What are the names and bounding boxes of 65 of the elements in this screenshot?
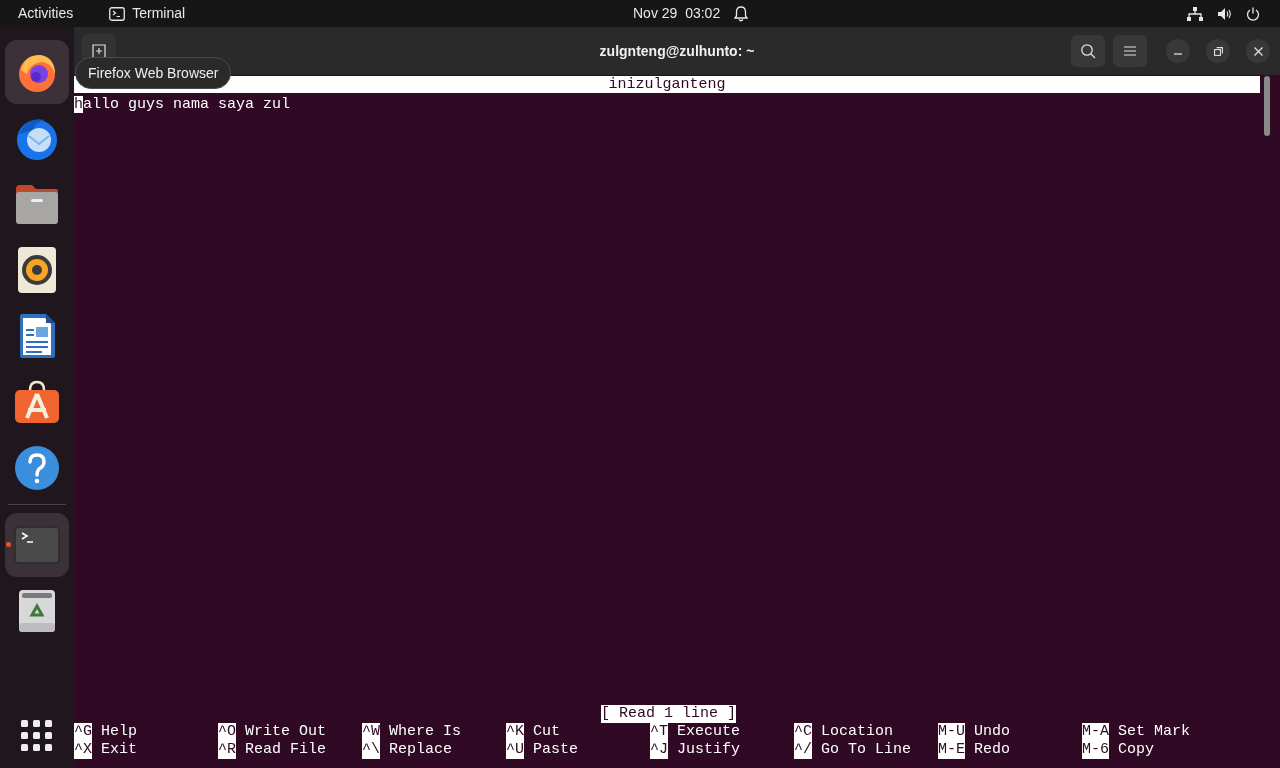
tooltip: Firefox Web Browser bbox=[75, 57, 232, 89]
shortcut-label: Write Out bbox=[245, 723, 327, 741]
shortcut-key: M-A bbox=[1082, 723, 1109, 741]
shortcut-key: ^X bbox=[74, 741, 92, 759]
app-grid-icon bbox=[21, 720, 53, 752]
shortcut-label: Set Mark bbox=[1118, 723, 1191, 741]
speaker-icon bbox=[18, 247, 56, 293]
shortcut-key: ^U bbox=[506, 741, 524, 759]
close-icon bbox=[1253, 46, 1263, 56]
scrollbar bbox=[1264, 76, 1270, 136]
close-button[interactable] bbox=[1246, 39, 1270, 63]
shortcut-label: Copy bbox=[1118, 741, 1155, 759]
app-menu[interactable]: Terminal bbox=[132, 3, 186, 24]
shortcut-label: Help bbox=[101, 723, 138, 741]
volume-icon[interactable] bbox=[1217, 6, 1232, 21]
shortcut-key: ^O bbox=[218, 723, 236, 741]
running-indicator bbox=[6, 542, 11, 547]
shortcut-key: M-6 bbox=[1082, 741, 1109, 759]
shortcut-label: Paste bbox=[533, 741, 579, 759]
shortcut-key: ^G bbox=[74, 723, 92, 741]
dock-app-button[interactable] bbox=[5, 40, 69, 104]
shortcut-label: Where Is bbox=[389, 723, 462, 741]
shortcut-label: Cut bbox=[533, 723, 561, 741]
shortcut-key: ^J bbox=[650, 741, 668, 759]
menu-button[interactable] bbox=[1113, 35, 1147, 67]
shortcut-label: Justify bbox=[677, 741, 741, 759]
folder-icon bbox=[14, 183, 60, 225]
shortcut-key: ^/ bbox=[794, 741, 812, 759]
restore-icon bbox=[1213, 46, 1223, 56]
shortcut-key: ^W bbox=[362, 723, 380, 741]
bell-icon bbox=[734, 5, 749, 22]
file-name: inizulganteng bbox=[608, 75, 726, 94]
shopping-bag-icon bbox=[14, 380, 60, 424]
shortcut-label: Redo bbox=[974, 741, 1011, 759]
new-tab-icon bbox=[92, 44, 106, 58]
help-icon bbox=[14, 445, 60, 491]
shortcut-key: ^R bbox=[218, 741, 236, 759]
network-icon[interactable] bbox=[1187, 6, 1203, 21]
shortcut-label: Execute bbox=[677, 723, 741, 741]
shortcut-key: ^C bbox=[794, 723, 812, 741]
shortcut-label: Read File bbox=[245, 741, 327, 759]
shortcut-label: Replace bbox=[389, 741, 453, 759]
window-title: zulgnteng@zulhunto: ~ bbox=[599, 41, 755, 61]
power-icon[interactable] bbox=[1246, 6, 1260, 21]
trash-icon bbox=[18, 589, 56, 633]
minimize-button[interactable] bbox=[1166, 39, 1190, 63]
shortcut-key: M-E bbox=[938, 741, 965, 759]
clock[interactable]: Nov 29 03:02 bbox=[633, 3, 721, 24]
maximize-button[interactable] bbox=[1206, 39, 1230, 63]
shortcut-key: ^K bbox=[506, 723, 524, 741]
search-button[interactable] bbox=[1071, 35, 1105, 67]
shortcut-key: ^\ bbox=[362, 741, 380, 759]
terminal-icon bbox=[14, 526, 60, 564]
shortcut-label: Exit bbox=[101, 741, 138, 759]
shortcut-key: ^T bbox=[650, 723, 668, 741]
terminal-icon bbox=[109, 6, 126, 21]
shortcut-label: Go To Line bbox=[821, 741, 912, 759]
shortcut-label: Undo bbox=[974, 723, 1011, 741]
document-icon bbox=[18, 313, 56, 359]
status-message: [ Read 1 line ] bbox=[601, 705, 736, 723]
menu-icon bbox=[1124, 46, 1136, 56]
shortcut-key: M-U bbox=[938, 723, 965, 741]
shortcut-label: Location bbox=[821, 723, 894, 741]
activities-button[interactable]: Activities bbox=[18, 3, 74, 24]
search-icon bbox=[1080, 43, 1096, 59]
